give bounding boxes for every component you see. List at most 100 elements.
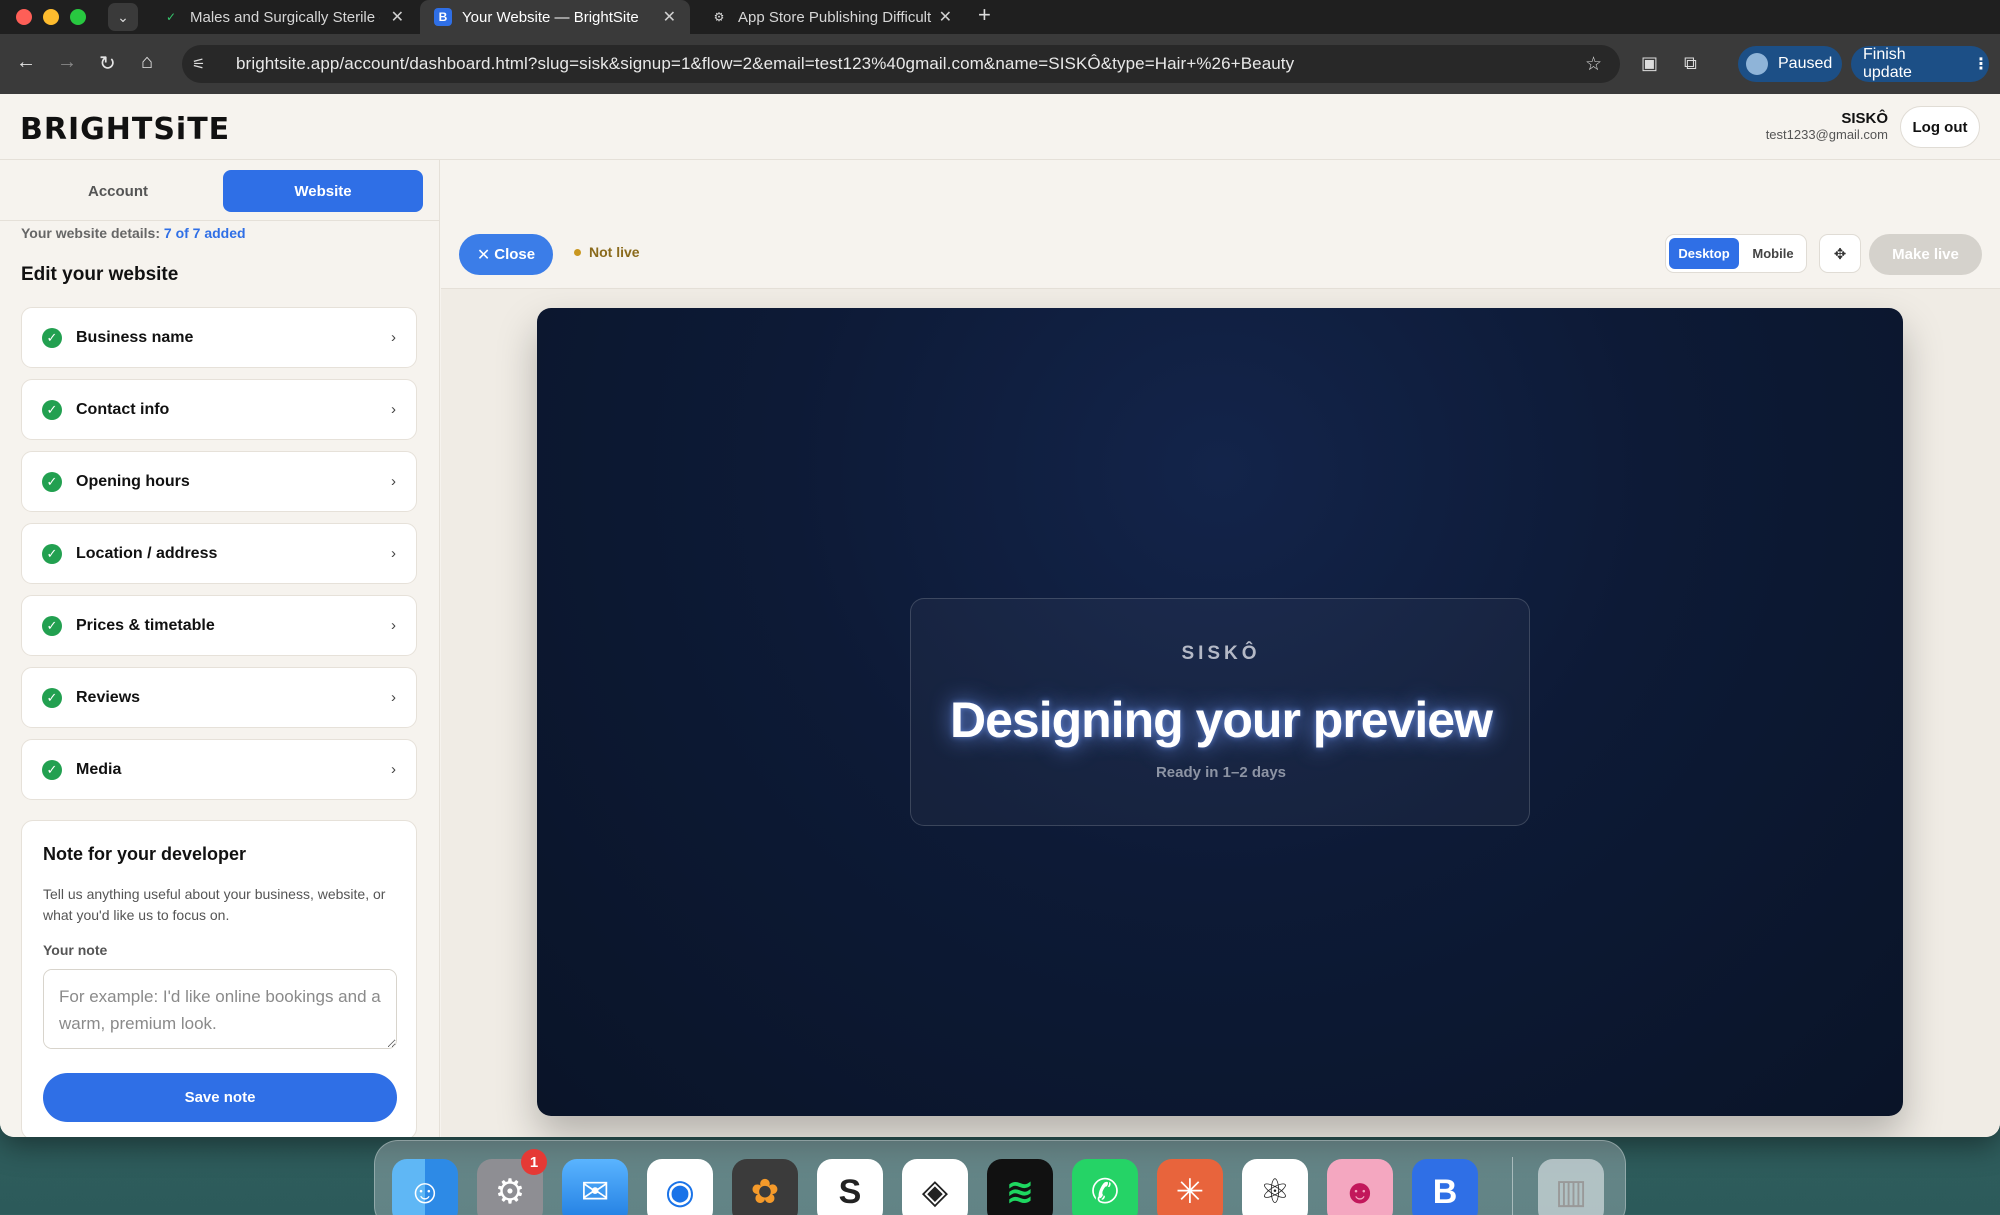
home-icon[interactable]: ⌂: [141, 51, 153, 74]
preview-card: SISKÔ Designing your preview Ready in 1–…: [910, 598, 1530, 826]
whatsapp-icon[interactable]: ✆: [1072, 1159, 1138, 1215]
finder-icon[interactable]: ☺: [392, 1159, 458, 1215]
preview-brand: SISKÔ: [1181, 643, 1261, 664]
item-business-name[interactable]: ✓ Business name ›: [21, 307, 417, 368]
preview-subtitle: Ready in 1–2 days: [1155, 764, 1287, 781]
chatgpt-icon[interactable]: ⚛: [1242, 1159, 1308, 1215]
new-tab-button[interactable]: +: [978, 2, 991, 28]
address-bar[interactable]: ⚟ brightsite.app/account/dashboard.html?…: [182, 45, 1620, 83]
mobile-view-button[interactable]: Mobile: [1742, 238, 1804, 269]
item-prices-timetable[interactable]: ✓ Prices & timetable ›: [21, 595, 417, 656]
user-email: test1233@gmail.com: [1765, 127, 1888, 142]
mail-icon[interactable]: ✉: [562, 1159, 628, 1215]
fullscreen-icon[interactable]: ✥: [1819, 234, 1861, 273]
tab-website[interactable]: Website: [223, 170, 423, 212]
notification-badge: 1: [521, 1149, 547, 1175]
avatar: [1746, 53, 1768, 75]
tab-search-button[interactable]: ⌄: [108, 3, 138, 31]
claude-icon[interactable]: ✳: [1157, 1159, 1223, 1215]
chevron-right-icon: ›: [391, 473, 396, 490]
item-contact-info[interactable]: ✓ Contact info ›: [21, 379, 417, 440]
make-live-button[interactable]: Make live: [1869, 234, 1982, 275]
website-details-progress: Your website details: 7 of 7 added: [21, 225, 246, 241]
extensions-puzzle-icon[interactable]: ⧉: [1684, 53, 1697, 74]
save-note-button[interactable]: Save note: [43, 1073, 397, 1122]
note-description: Tell us anything useful about your busin…: [43, 886, 386, 923]
brightsite-icon[interactable]: B: [1412, 1159, 1478, 1215]
profile-button[interactable]: Paused: [1738, 46, 1842, 82]
tab-app-store[interactable]: ⚙ App Store Publishing Difficult ✕: [696, 0, 966, 34]
dock: ☺ ⚙ 1 ✉ ◉ ✿ S ◈ ≋ ✆ ✳ ⚛ ☻ B ▥: [374, 1140, 1626, 1215]
section-title: Edit your website: [21, 264, 179, 285]
chevron-right-icon: ›: [391, 617, 396, 634]
desktop-view-button[interactable]: Desktop: [1669, 238, 1739, 269]
forward-icon[interactable]: →: [57, 51, 77, 74]
tab-close-icon[interactable]: ✕: [939, 7, 952, 27]
blender-icon[interactable]: ◈: [902, 1159, 968, 1215]
back-icon[interactable]: ←: [16, 51, 36, 74]
divider: [0, 220, 440, 221]
chevron-right-icon: ›: [391, 545, 396, 562]
tab-bar: ⌄ ✓ Males and Surgically Sterile o ✕ B Y…: [0, 0, 2000, 34]
developer-note-card: Note for your developer Tell us anything…: [21, 820, 417, 1137]
reload-icon[interactable]: ↻: [99, 51, 116, 76]
close-icon: ✕: [476, 246, 491, 264]
zoom-window-button[interactable]: [70, 9, 86, 25]
check-icon: ✓: [42, 543, 62, 564]
note-title: Note for your developer: [43, 844, 247, 864]
minimize-window-button[interactable]: [43, 9, 59, 25]
bookmark-star-icon[interactable]: ☆: [1585, 53, 1602, 76]
item-location-address[interactable]: ✓ Location / address ›: [21, 523, 417, 584]
details-count[interactable]: 7 of 7 added: [164, 225, 246, 241]
tab-brightsite[interactable]: B Your Website — BrightSite ✕: [420, 0, 690, 34]
robot-icon[interactable]: ☻: [1327, 1159, 1393, 1215]
browser-toolbar: ← → ↻ ⌂ ⚟ brightsite.app/account/dashboa…: [0, 34, 2000, 94]
tab-account[interactable]: Account: [18, 170, 218, 212]
check-icon: ✓: [42, 399, 62, 420]
logout-button[interactable]: Log out: [1900, 106, 1980, 148]
close-window-button[interactable]: [16, 9, 32, 25]
chevron-right-icon: ›: [391, 401, 396, 418]
scrivener-icon[interactable]: S: [817, 1159, 883, 1215]
trash-icon[interactable]: ▥: [1538, 1159, 1604, 1215]
plant-icon: ✓: [165, 10, 177, 24]
website-preview: SISKÔ Designing your preview Ready in 1–…: [537, 308, 1903, 1116]
preview-title: Designing your preview: [949, 692, 1493, 748]
brightsite-logo[interactable]: BRIGHTSiTE: [20, 112, 230, 147]
main-panel: ✕ Close Not live Desktop Mobile ✥ Make l…: [441, 160, 2000, 1137]
tab-close-icon[interactable]: ✕: [663, 7, 676, 27]
tab-males-sterile[interactable]: ✓ Males and Surgically Sterile o ✕: [148, 0, 418, 34]
tab-close-icon[interactable]: ✕: [391, 7, 404, 27]
sidebar-tabs: Account Website: [18, 170, 423, 212]
item-media[interactable]: ✓ Media ›: [21, 739, 417, 800]
dock-separator: [1512, 1157, 1513, 1215]
check-icon: ✓: [42, 687, 62, 708]
spotify-icon[interactable]: ≋: [987, 1159, 1053, 1215]
check-icon: ✓: [42, 471, 62, 492]
chrome-icon[interactable]: ◉: [647, 1159, 713, 1215]
site-settings-icon[interactable]: ⚟: [192, 55, 222, 73]
menu-dots-icon: ⋮: [1973, 56, 1989, 73]
item-reviews[interactable]: ✓ Reviews ›: [21, 667, 417, 728]
close-button[interactable]: ✕ Close: [459, 234, 553, 275]
url-text[interactable]: brightsite.app/account/dashboard.html?sl…: [236, 54, 1294, 74]
fruity-loops-icon[interactable]: ✿: [732, 1159, 798, 1215]
chevron-right-icon: ›: [391, 761, 396, 778]
preview-toolbar: ✕ Close Not live Desktop Mobile ✥ Make l…: [441, 160, 2000, 289]
chevron-right-icon: ›: [391, 689, 396, 706]
check-icon: ✓: [42, 759, 62, 780]
finish-update-button[interactable]: Finish update ⋮: [1851, 46, 1989, 82]
sidebar: Account Website Your website details: 7 …: [0, 160, 440, 1137]
check-icon: ✓: [42, 327, 62, 348]
app-header: BRIGHTSiTE SISKÔ test1233@gmail.com Log …: [0, 94, 2000, 160]
check-icon: ✓: [42, 615, 62, 636]
user-name: SISKÔ: [1841, 110, 1888, 127]
note-textarea[interactable]: [43, 969, 397, 1049]
chevron-right-icon: ›: [391, 329, 396, 346]
browser-window: ⌄ ✓ Males and Surgically Sterile o ✕ B Y…: [0, 0, 2000, 1137]
status-badge: Not live: [574, 244, 640, 260]
status-dot: [574, 248, 581, 256]
openai-icon: ⚙: [713, 10, 725, 24]
extension-icon[interactable]: ▣: [1641, 53, 1658, 74]
item-opening-hours[interactable]: ✓ Opening hours ›: [21, 451, 417, 512]
